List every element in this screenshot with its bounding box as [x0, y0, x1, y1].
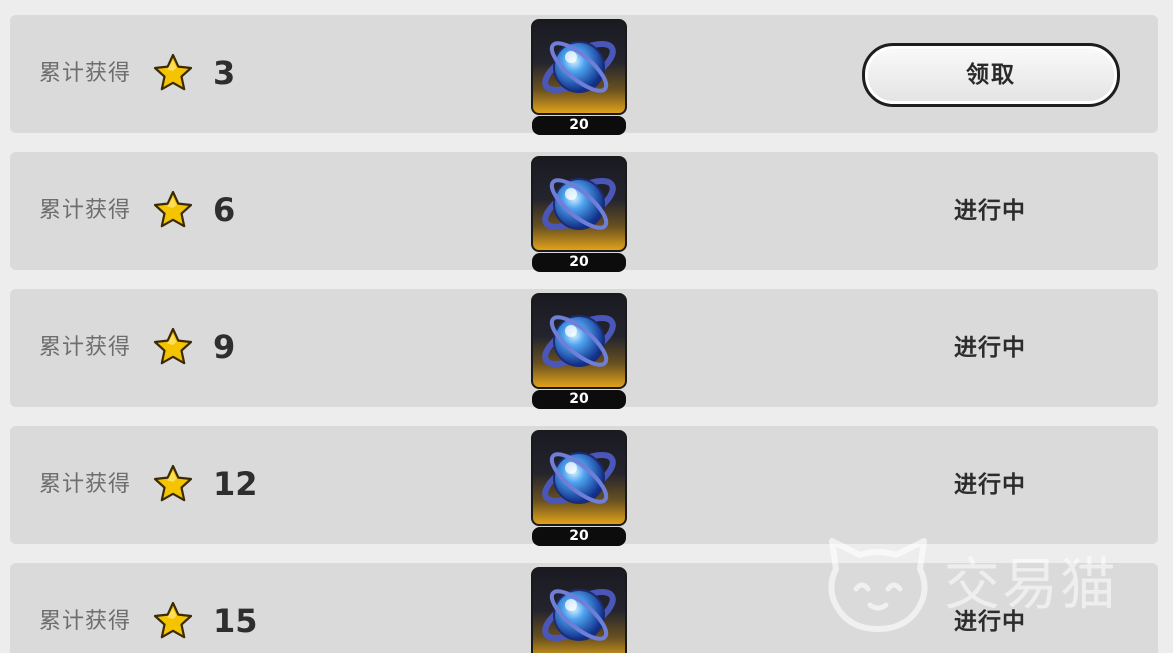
- blue-orb-item-icon: [531, 19, 627, 115]
- milestone-count: 15: [213, 602, 258, 640]
- milestone-count: 9: [213, 328, 236, 366]
- milestone-reward-list: 累计获得 3 20 领取 累计获得 6 20 进行中 累计获得 9 20 进行中…: [0, 0, 1173, 653]
- blue-orb-item-icon: [531, 430, 627, 526]
- blue-orb-item-icon: [531, 567, 627, 653]
- reward-item[interactable]: 20: [531, 430, 627, 546]
- star-icon: [153, 53, 193, 93]
- star-icon: [153, 190, 193, 230]
- blue-orb-item-icon: [531, 293, 627, 389]
- reward-quantity: 20: [532, 527, 626, 546]
- milestone-label: 累计获得: [39, 609, 132, 634]
- milestone-row: 累计获得 15 进行中: [10, 563, 1158, 653]
- milestone-row: 累计获得 9 20 进行中: [10, 289, 1158, 409]
- milestone-label: 累计获得: [39, 198, 132, 223]
- reward-item[interactable]: 20: [531, 19, 627, 135]
- milestone-row: 累计获得 12 20 进行中: [10, 426, 1158, 546]
- reward-item[interactable]: [531, 567, 627, 653]
- blue-orb-item-icon: [531, 156, 627, 252]
- milestone-label: 累计获得: [39, 472, 132, 497]
- reward-quantity: 20: [532, 253, 626, 272]
- reward-quantity: 20: [532, 390, 626, 409]
- reward-item[interactable]: 20: [531, 293, 627, 409]
- status-in-progress: 进行中: [954, 335, 1026, 361]
- milestone-label: 累计获得: [39, 61, 132, 86]
- reward-quantity: 20: [532, 116, 626, 135]
- milestone-label: 累计获得: [39, 335, 132, 360]
- milestone-count: 3: [213, 54, 236, 92]
- status-in-progress: 进行中: [954, 609, 1026, 635]
- star-icon: [153, 464, 193, 504]
- milestone-count: 6: [213, 191, 236, 229]
- status-in-progress: 进行中: [954, 198, 1026, 224]
- milestone-row: 累计获得 3 20 领取: [10, 15, 1158, 135]
- star-icon: [153, 601, 193, 641]
- milestone-row: 累计获得 6 20 进行中: [10, 152, 1158, 272]
- reward-item[interactable]: 20: [531, 156, 627, 272]
- claim-button[interactable]: 领取: [862, 43, 1120, 107]
- milestone-count: 12: [213, 465, 258, 503]
- status-in-progress: 进行中: [954, 472, 1026, 498]
- star-icon: [153, 327, 193, 367]
